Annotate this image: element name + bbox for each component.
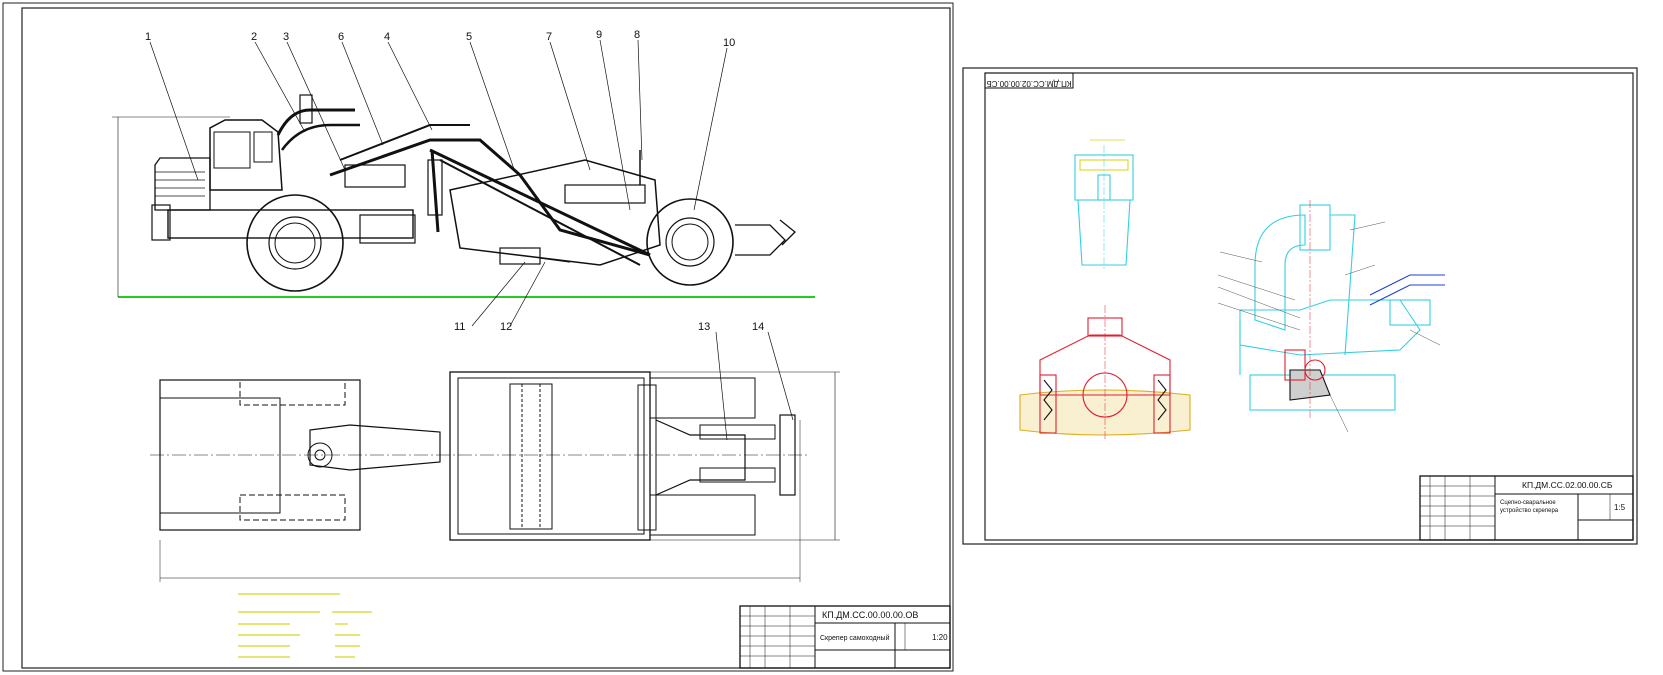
left-scale: 1:20: [932, 633, 948, 642]
drawing-canvas: 1 2 3 6 4 5 7 9 8 10 11 12 13 14 КП.ДМ.С…: [2, 2, 1638, 672]
callout-5: 5: [466, 31, 472, 43]
pin-detail-cyan: [1074, 139, 1134, 270]
callout-labels: 1 2 3 6 4 5 7 9 8 10 11 12 13 14: [145, 29, 764, 333]
scraper-plan-view: [150, 371, 840, 582]
callout-13: 13: [698, 321, 710, 333]
left-drawing-name: Скрепер самоходный: [820, 634, 890, 642]
callout-8: 8: [634, 29, 640, 41]
right-sheet: КП.ДМ.СС.02.00.00.СБ КП.ДМ.СС.02.00.00.С…: [962, 67, 1638, 545]
assembly-leaders: [1217, 221, 1441, 433]
callout-1: 1: [145, 31, 151, 43]
callout-12: 12: [500, 321, 512, 333]
scraper-side-view: [112, 94, 815, 298]
callout-14: 14: [752, 321, 764, 333]
callout-11: 11: [454, 321, 465, 333]
rotated-stamp: КП.ДМ.СС.02.00.00.СБ: [984, 72, 1074, 89]
right-drawing-name-line2: устройство скрепера: [1500, 507, 1559, 514]
right-drawing-name-line1: Сцепно-сваральное: [1500, 500, 1556, 506]
left-sheet: 1 2 3 6 4 5 7 9 8 10 11 12 13 14 КП.ДМ.С…: [2, 2, 954, 672]
callout-6: 6: [338, 31, 344, 43]
main-assembly-cyan: [1239, 200, 1445, 420]
callout-9: 9: [596, 29, 602, 41]
right-scale: 1:5: [1614, 503, 1626, 512]
callout-10: 10: [723, 37, 735, 49]
right-designation: КП.ДМ.СС.02.00.00.СБ: [1522, 480, 1613, 490]
technical-spec-block: [238, 593, 372, 658]
left-designation: КП.ДМ.СС.00.00.00.ОВ: [822, 610, 918, 620]
callout-2: 2: [251, 31, 257, 43]
rotated-stamp-text: КП.ДМ.СС.02.00.00.СБ: [986, 79, 1071, 88]
callout-3: 3: [283, 31, 289, 43]
tractor-cab: [209, 119, 283, 191]
coupling-section-red: [1019, 305, 1191, 440]
tractor-hood: [154, 157, 211, 211]
callout-4: 4: [384, 31, 390, 43]
callout-7: 7: [546, 31, 552, 43]
